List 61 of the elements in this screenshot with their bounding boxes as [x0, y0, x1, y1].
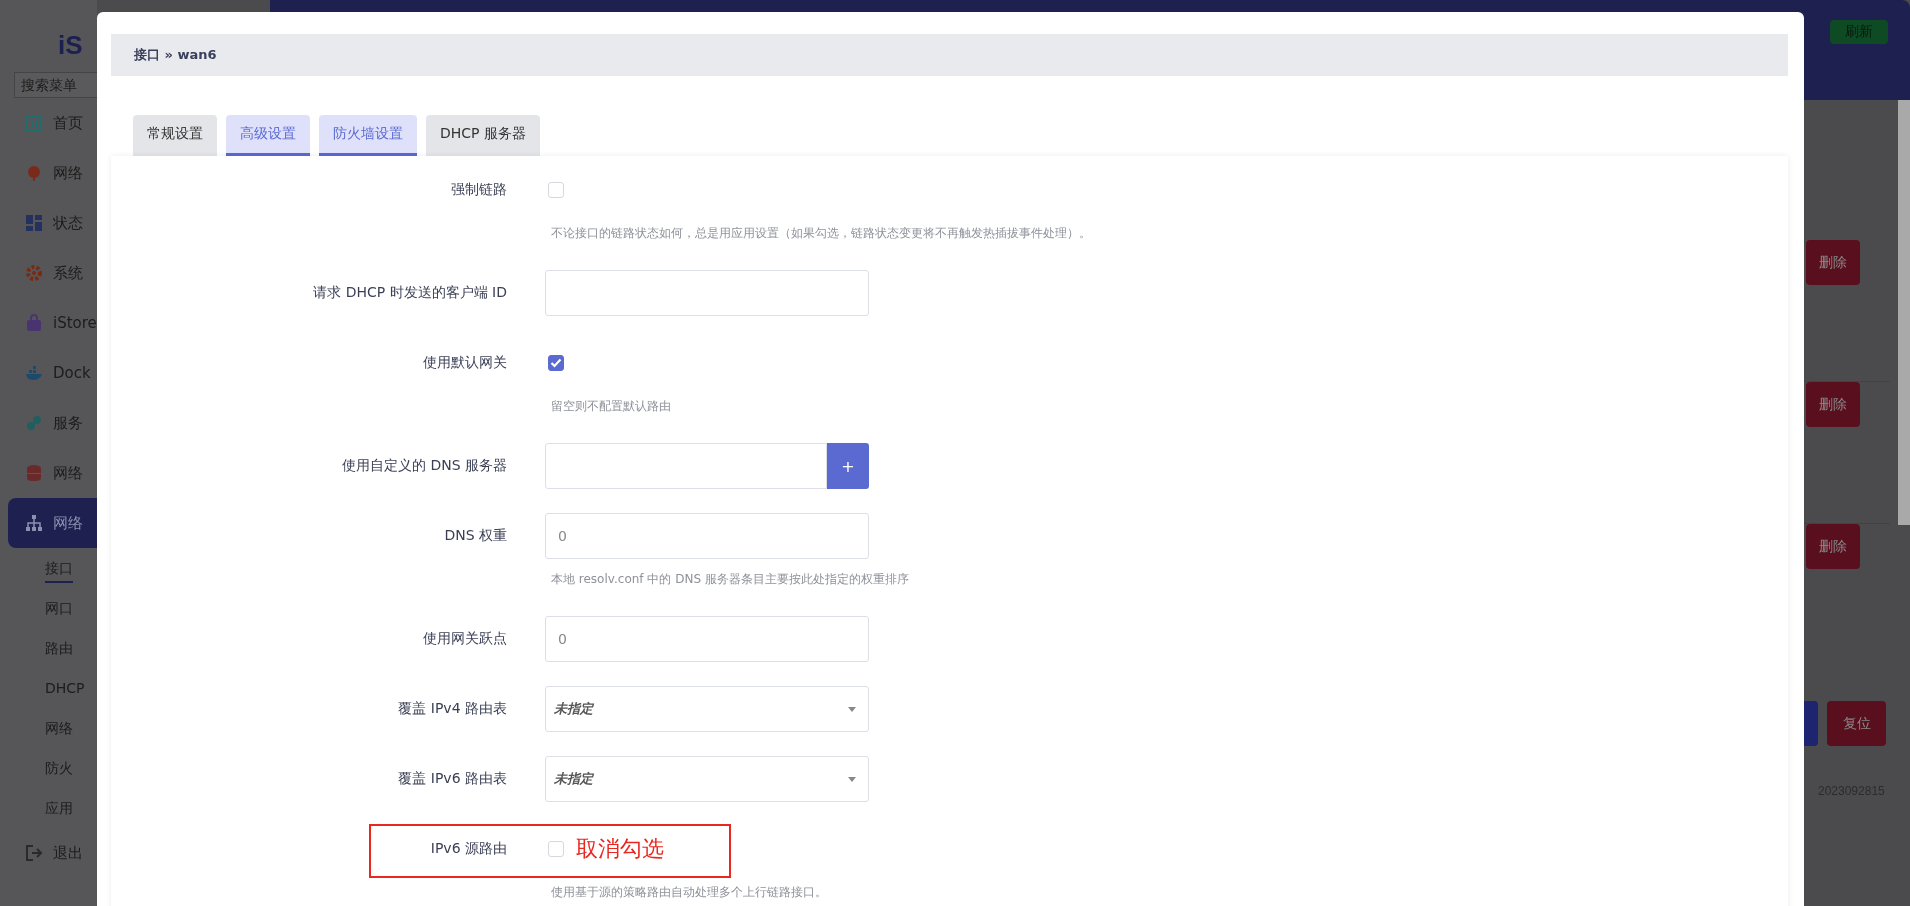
delete-button[interactable]: 删除 [1806, 524, 1860, 569]
field-label: 使用自定义的 DNS 服务器 [340, 457, 507, 475]
delete-button[interactable]: 删除 [1806, 382, 1860, 427]
input-field[interactable] [545, 443, 827, 489]
dropdown[interactable]: 未指定 [545, 756, 869, 802]
dashboard-icon [25, 214, 43, 232]
sidebar-subitem[interactable]: DHCP [0, 668, 97, 708]
caret-icon [848, 776, 856, 782]
hint-text: 不论接口的链路状态如何，总是用应用设置（如果勾选，链路状态变更将不再触发热插拔事件处理）。 [551, 225, 1092, 242]
logout-item[interactable]: 退出 [8, 828, 97, 878]
input-field[interactable] [545, 270, 869, 316]
tab[interactable]: DHCP 服务器 [426, 115, 540, 156]
dropdown[interactable]: 未指定 [545, 686, 869, 732]
checkbox[interactable] [548, 355, 564, 371]
tab[interactable]: 高级设置 [226, 115, 310, 156]
sidebar-subitem[interactable]: 应用 [0, 788, 97, 828]
gears-icon [25, 414, 43, 432]
search-field[interactable]: 搜索菜单 [14, 72, 97, 98]
field-label: 使用默认网关 [422, 354, 507, 372]
add-button[interactable]: + [827, 443, 869, 489]
input-field[interactable]: 0 [545, 616, 869, 662]
delete-button[interactable]: 删除 [1806, 240, 1860, 285]
sidebar-item[interactable]: iStore [8, 298, 97, 348]
sidebar-item[interactable]: 状态 [8, 198, 97, 248]
annotation-text: 取消勾选 [576, 835, 664, 863]
save-button[interactable] [1804, 701, 1818, 746]
field-label: IPv6 源路由 [429, 840, 507, 858]
field-label: 强制链路 [450, 181, 507, 199]
input-field[interactable]: 0 [545, 513, 869, 559]
chart-icon [25, 114, 43, 132]
sidebar-item[interactable]: 网络 [8, 498, 97, 548]
tab[interactable]: 防火墙设置 [319, 115, 417, 156]
sidebar-item[interactable]: 系统 [8, 248, 97, 298]
database-icon [25, 464, 43, 482]
field-label: DNS 权重 [443, 527, 507, 545]
sitemap-icon [25, 514, 43, 532]
hint-text: 留空则不配置默认路由 [551, 398, 672, 415]
sidebar-item[interactable]: 网络 [8, 148, 97, 198]
field-label: 请求 DHCP 时发送的客户端 ID [312, 284, 507, 302]
field-label: 使用网关跃点 [422, 630, 507, 648]
field-label: 覆盖 IPv6 路由表 [397, 770, 507, 788]
tab[interactable]: 常规设置 [133, 115, 217, 156]
field-label: 覆盖 IPv4 路由表 [397, 700, 507, 718]
globe-icon [25, 164, 43, 182]
logo: iS [58, 30, 84, 60]
reset-button[interactable]: 复位 [1827, 701, 1886, 746]
sidebar-item[interactable]: 网络 [8, 448, 97, 498]
sidebar-subitem[interactable]: 防火 [0, 748, 97, 788]
caret-icon [848, 706, 856, 712]
breadcrumb: 接口 » wan6 [111, 34, 1788, 76]
scrollbar[interactable] [1898, 100, 1910, 525]
hint-text: 本地 resolv.conf 中的 DNS 服务器条目主要按此处指定的权重排序 [551, 571, 910, 588]
settings-icon [25, 264, 43, 282]
sidebar-item[interactable]: 服务 [8, 398, 97, 448]
sidebar-subitem[interactable]: 网络 [0, 708, 97, 748]
sidebar-item[interactable]: Dock [8, 348, 97, 398]
bag-icon [25, 314, 43, 332]
exit-icon [25, 844, 43, 862]
hint-text: 使用基于源的策略路由自动处理多个上行链路接口。 [551, 884, 828, 901]
whale-icon [25, 364, 43, 382]
sidebar-item[interactable]: 首页 [8, 98, 97, 148]
